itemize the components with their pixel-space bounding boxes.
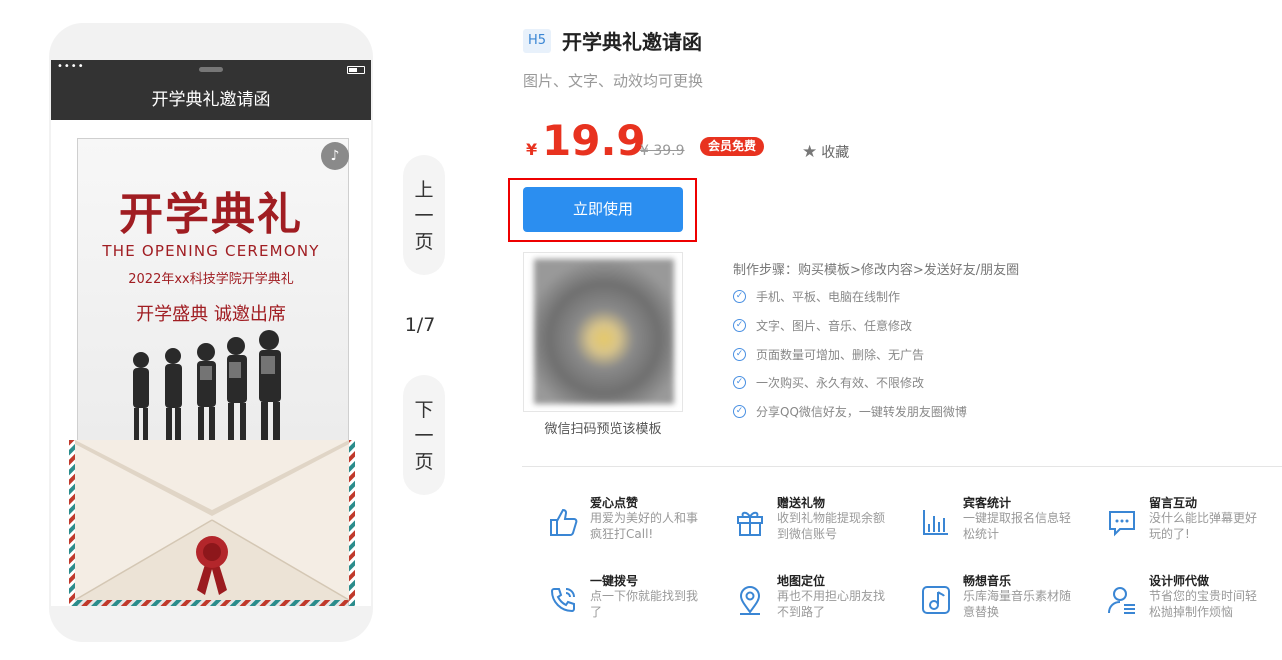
envelope-graphic <box>69 440 355 606</box>
feature-text: 手机、平板、电脑在线制作 <box>756 290 901 304</box>
qr-image <box>534 259 674 404</box>
feature-text: 分享QQ微信好友，一键转发朋友圈微博 <box>756 405 967 419</box>
feature-desc: 乐库海量音乐素材随意替换 <box>963 589 1072 619</box>
price: 19.9 <box>542 116 646 165</box>
prev-page-button[interactable]: 上 一 页 <box>403 155 445 275</box>
music-toggle-icon[interactable]: ♪ <box>321 142 349 170</box>
feature-title: 爱心点赞 <box>590 496 639 510</box>
feature-desc: 收到礼物能提现余额到微信账号 <box>777 511 886 541</box>
feature-item: ✓ 手机、平板、电脑在线制作 <box>733 288 900 305</box>
feature-message: 留言互动 没什么能比弹幕更好玩的了! <box>1106 494 1282 554</box>
currency-symbol: ¥ <box>526 140 538 159</box>
favorite-label: 收藏 <box>821 145 850 161</box>
feature-title: 留言互动 <box>1149 496 1198 510</box>
speaker-notch <box>199 67 223 72</box>
page: •••• 开学典礼邀请函 ♪ 开学典礼 THE OPENING CEREMONY… <box>0 0 1282 660</box>
feature-title: 宾客统计 <box>963 496 1012 510</box>
feature-item: ✓ 分享QQ微信好友，一键转发朋友圈微博 <box>733 403 967 420</box>
check-icon: ✓ <box>733 348 746 361</box>
feature-title: 一键拨号 <box>590 574 639 588</box>
feature-text: 一次购买、永久有效、不限修改 <box>756 376 925 390</box>
feature-title: 赠送礼物 <box>777 496 826 510</box>
feature-title: 设计师代做 <box>1149 574 1210 588</box>
prev-char-1: 上 <box>414 179 434 201</box>
feature-designer: 设计师代做 节省您的宝贵时间轻松抛掉制作烦恼 <box>1106 572 1282 632</box>
feature-desc: 一键提取报名信息轻松统计 <box>963 511 1072 541</box>
feature-item: ✓ 页面数量可增加、删除、无广告 <box>733 346 924 363</box>
check-icon: ✓ <box>733 405 746 418</box>
feature-guest-stats: 宾客统计 一键提取报名信息轻松统计 <box>920 494 1100 554</box>
gift-icon <box>737 511 763 536</box>
divider <box>522 466 1282 467</box>
feature-like: 爱心点赞 用爱为美好的人和事疯狂打Call! <box>547 494 727 554</box>
vip-free-badge: 会员免费 <box>700 137 765 156</box>
product-description: 图片、文字、动效均可更换 <box>523 72 704 90</box>
feature-desc: 再也不用担心朋友找不到路了 <box>777 589 886 619</box>
qr-code <box>523 252 683 412</box>
message-icon <box>1109 511 1135 537</box>
feature-text: 页面数量可增加、删除、无广告 <box>756 348 925 362</box>
feature-item: ✓ 文字、图片、音乐、任意修改 <box>733 317 912 334</box>
location-pin-icon <box>739 586 761 615</box>
designer-icon <box>1108 587 1135 614</box>
status-bar: •••• <box>51 60 371 80</box>
check-icon: ✓ <box>733 319 746 332</box>
feature-map: 地图定位 再也不用担心朋友找不到路了 <box>734 572 914 632</box>
card-title: 开学典礼 <box>119 189 303 240</box>
page-counter: 1/7 <box>404 314 436 336</box>
next-char-3: 页 <box>414 451 434 473</box>
phone-title: 开学典礼邀请函 <box>51 80 371 120</box>
h5-tag: H5 <box>523 29 551 53</box>
battery-icon <box>347 66 365 74</box>
qr-caption: 微信扫码预览该模板 <box>544 422 662 437</box>
card-subtitle: 2022年xx科技学院开学典礼 <box>128 272 294 287</box>
prev-char-2: 一 <box>414 205 434 227</box>
signal-dots: •••• <box>57 61 85 72</box>
prev-char-3: 页 <box>414 231 434 253</box>
steps-text: 制作步骤：购买模板>修改内容>发送好友/朋友圈 <box>733 263 1020 278</box>
thumbs-up-icon <box>550 508 578 536</box>
next-char-2: 一 <box>414 425 434 447</box>
bar-chart-icon <box>923 510 948 535</box>
favorite-button[interactable]: ★ 收藏 <box>802 142 849 162</box>
phone-screen: •••• 开学典礼邀请函 ♪ 开学典礼 THE OPENING CEREMONY… <box>51 60 371 606</box>
check-icon: ✓ <box>733 376 746 389</box>
card-english-title: THE OPENING CEREMONY <box>102 242 320 260</box>
original-price: ¥ 39.9 <box>640 143 685 159</box>
star-icon: ★ <box>802 142 818 162</box>
feature-desc: 没什么能比弹幕更好玩的了! <box>1149 511 1258 541</box>
music-icon <box>922 586 950 614</box>
feature-title: 地图定位 <box>777 574 826 588</box>
feature-desc: 节省您的宝贵时间轻松抛掉制作烦恼 <box>1149 589 1258 619</box>
card-slogan: 开学盛典 诚邀出席 <box>136 304 286 325</box>
check-icon: ✓ <box>733 290 746 303</box>
use-now-button[interactable]: 立即使用 <box>523 187 683 232</box>
next-page-button[interactable]: 下 一 页 <box>403 375 445 495</box>
feature-dial: 一键拨号 点一下你就能找到我了 <box>547 572 727 632</box>
feature-title: 畅想音乐 <box>963 574 1012 588</box>
feature-gift: 赠送礼物 收到礼物能提现余额到微信账号 <box>734 494 914 554</box>
feature-item: ✓ 一次购买、永久有效、不限修改 <box>733 374 924 391</box>
next-char-1: 下 <box>414 399 434 421</box>
feature-music: 畅想音乐 乐库海量音乐素材随意替换 <box>920 572 1100 632</box>
feature-text: 文字、图片、音乐、任意修改 <box>756 319 913 333</box>
phone-call-icon <box>550 588 575 613</box>
feature-desc: 用爱为美好的人和事疯狂打Call! <box>590 511 699 541</box>
feature-desc: 点一下你就能找到我了 <box>590 589 699 619</box>
product-title: 开学典礼邀请函 <box>562 30 702 54</box>
